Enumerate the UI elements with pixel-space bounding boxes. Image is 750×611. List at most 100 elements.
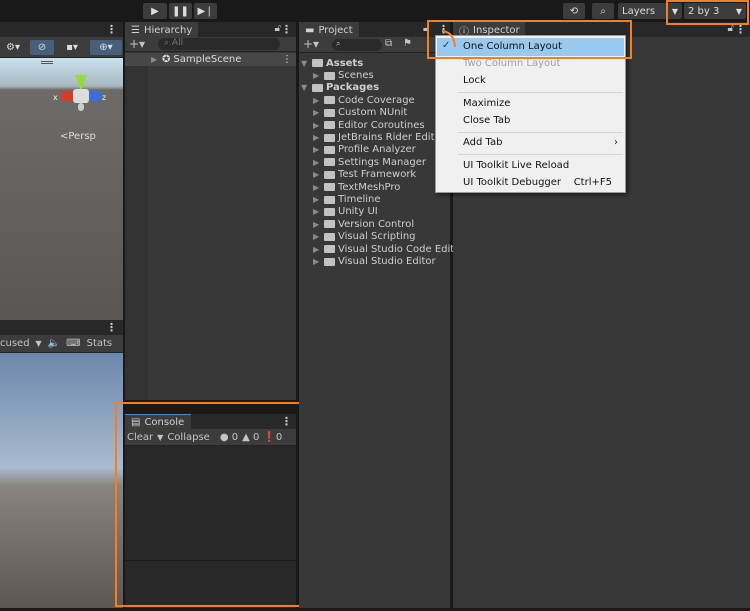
keyboard-icon[interactable]: ⌨ (66, 338, 80, 349)
collapsed-icon: ▶ (313, 195, 320, 205)
folder-icon (324, 195, 335, 204)
step-button[interactable]: ▶❘ (194, 3, 217, 19)
play-button[interactable]: ▶ (143, 3, 167, 19)
tree-item-label: Visual Studio Code Editor (338, 243, 465, 255)
menu-item-close-tab[interactable]: Close Tab (463, 113, 510, 128)
tree-item[interactable]: ▶ Settings Manager (301, 156, 426, 168)
folder-icon: ▬ (305, 24, 315, 36)
collapsed-icon: ▶ (313, 157, 320, 167)
pause-icon: ❚❚ (172, 5, 189, 17)
more-icon[interactable]: ⋮ (106, 23, 117, 36)
tools-icon: ⚙▾ (6, 42, 20, 53)
gizmo-tools-button[interactable]: ⚙▾ (0, 40, 26, 55)
tree-item[interactable]: ▶ Timeline (301, 193, 381, 205)
add-button[interactable]: +▾ (129, 37, 145, 51)
tree-item-label: Scenes (338, 70, 374, 82)
tree-item-label: Custom NUnit (338, 107, 408, 119)
stats-button[interactable]: Stats (87, 338, 113, 349)
menu-separator (458, 92, 623, 93)
folder-icon (324, 96, 335, 105)
tree-item[interactable]: ▶ Visual Studio Code Editor (301, 243, 464, 255)
pause-button[interactable]: ❚❚ (169, 3, 192, 19)
collapsed-icon: ▶ (313, 219, 320, 229)
collapsed-icon: ▶ (313, 71, 320, 81)
tree-item[interactable]: ▶ Unity UI (301, 206, 378, 218)
tree-item[interactable]: ▶ Editor Coroutines (301, 119, 425, 131)
collapsed-icon: ▶ (313, 182, 320, 192)
tree-item[interactable]: ▶ Test Framework (301, 169, 416, 181)
audio-icon[interactable]: 🔈 (48, 338, 60, 349)
tree-item[interactable]: ▶ Scenes (301, 69, 374, 81)
lock-icon[interactable]: 🔓︎ (275, 23, 281, 34)
collapsed-icon: ▶ (313, 257, 320, 267)
tree-item[interactable]: ▶ TextMeshPro (301, 181, 400, 193)
filter-by-label-icon[interactable]: ⚑ (403, 38, 412, 49)
chevron-right-icon: › (614, 137, 618, 148)
folder-icon (324, 170, 335, 179)
tree-item-label: Version Control (338, 218, 415, 230)
project-search-input[interactable]: ⌕ (332, 39, 382, 51)
tree-item[interactable]: ▶ Visual Scripting (301, 231, 416, 243)
tree-item-label: Settings Manager (338, 156, 427, 168)
list-icon: ☰ (131, 24, 140, 36)
tree-item[interactable]: ▼ Packages (301, 82, 379, 94)
menu-item-maximize[interactable]: Maximize (463, 96, 510, 111)
orientation-gizmo[interactable]: x z (53, 73, 106, 117)
tree-item[interactable]: ▶ Version Control (301, 218, 414, 230)
folder-icon (324, 121, 335, 130)
tree-item[interactable]: ▶ Code Coverage (301, 94, 415, 106)
hierarchy-search-input[interactable]: ⌕ All (158, 38, 280, 50)
project-panel: ▬ Project 🔓︎ +▾ ⌕ ⧉ ⚑ ▼ Assets ▶ Scenes ▼ Pack… (299, 22, 464, 608)
tree-item[interactable]: ▶ Profile Analyzer (301, 144, 416, 156)
folder-icon (324, 108, 335, 117)
folder-icon (324, 245, 335, 254)
shortcut-label: Ctrl+F5 (573, 177, 612, 188)
tab-hierarchy[interactable]: ☰ Hierarchy (125, 22, 198, 37)
collapsed-icon: ▶ (313, 120, 320, 130)
more-icon[interactable]: ⋮ (106, 321, 117, 334)
tree-item[interactable]: ▼ Assets (301, 57, 363, 69)
visibility-toggle[interactable]: ⊘ (30, 40, 54, 55)
tree-item-label: Assets (326, 57, 364, 69)
item-label: SampleScene (173, 54, 242, 65)
search-icon: ⌕ (600, 5, 606, 17)
folder-icon (324, 133, 335, 142)
perspective-label[interactable]: <Persp (60, 131, 96, 142)
annotation-box (666, 0, 749, 25)
more-icon[interactable]: ⋮ (281, 23, 292, 36)
more-icon[interactable]: ⋮ (282, 54, 292, 65)
search-button[interactable]: ⌕ (592, 3, 614, 19)
folder-icon (324, 71, 335, 80)
add-button[interactable]: +▾ (303, 37, 319, 51)
tree-item[interactable]: ▶ Visual Studio Editor (301, 255, 436, 267)
history-button[interactable]: ⟲ (563, 3, 585, 19)
camera-icon: ▪▾ (66, 42, 78, 53)
collapsed-icon: ▶ (313, 133, 320, 143)
tree-item[interactable]: ▶ JetBrains Rider Editor (301, 131, 445, 143)
tree-item-label: Test Framework (338, 169, 417, 181)
tree-item[interactable]: ▶ Custom NUnit (301, 107, 407, 119)
tree-item-label: JetBrains Rider Editor (338, 132, 445, 144)
gizmos-button[interactable]: ⊕▾ (90, 40, 122, 55)
folder-icon (324, 183, 335, 192)
scene-view: ⋮ ⚙▾ ⊘ ▪▾ ⊕▾ x z <Persp (0, 22, 123, 320)
search-by-type-icon[interactable]: ⧉ (385, 38, 392, 49)
focus-dropdown[interactable]: cused (0, 338, 30, 349)
menu-item-live-reload[interactable]: UI Toolkit Live Reload (463, 158, 569, 173)
tab-project[interactable]: ▬ Project (299, 22, 359, 37)
folder-icon (324, 220, 335, 229)
hierarchy-panel: ☰ Hierarchy ⋮ 🔓︎ +▾ ⌕ All ▶ ✪ SampleScene ⋮ (125, 22, 296, 400)
camera-button[interactable]: ▪▾ (58, 40, 86, 55)
menu-item-lock[interactable]: Lock (463, 73, 486, 88)
menu-item-ui-toolkit-debugger[interactable]: UI Toolkit Debugger Ctrl+F5 (463, 175, 612, 190)
list-item[interactable]: ▶ ✪ SampleScene ⋮ (125, 53, 296, 66)
menu-separator (458, 154, 623, 155)
menu-item-label: Maximize (463, 98, 511, 109)
scene-viewport[interactable]: x z <Persp (0, 58, 123, 320)
history-icon: ⟲ (569, 5, 579, 17)
menu-item-add-tab[interactable]: Add Tab › (463, 135, 618, 150)
chevron-down-icon: ▼ (35, 339, 42, 348)
menu-item-label: UI Toolkit Live Reload (463, 160, 570, 171)
layers-label: Layers (622, 5, 656, 17)
menu-separator (458, 132, 623, 133)
